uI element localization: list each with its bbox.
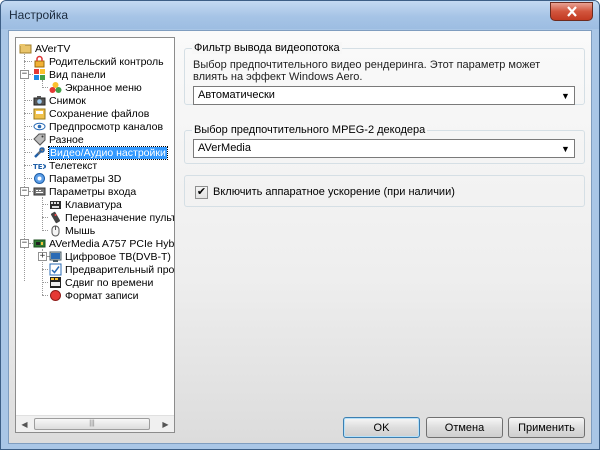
- video-filter-title: Фильтр вывода видеопотока: [192, 42, 342, 54]
- dialog-client-area: − − − + AVerTV Родительский контроль Вид…: [8, 30, 592, 444]
- window-title: Настройка: [9, 8, 69, 22]
- title-bar[interactable]: Настройка: [1, 1, 599, 29]
- tree-item-label: Видео/Аудио настройки: [48, 145, 168, 160]
- tools-icon: [34, 147, 45, 158]
- tree-item-label: AVerTV: [35, 42, 71, 55]
- hw-accel-group: ✔ Включить аппаратное ускорение (при нал…: [184, 175, 585, 207]
- tree-item-label: Вид панели: [49, 68, 106, 81]
- tree-item-osd-menu[interactable]: Экранное меню: [49, 81, 142, 94]
- tree-item-3d[interactable]: Параметры 3D: [33, 172, 121, 185]
- scroll-right-arrow-icon[interactable]: ▶: [157, 416, 174, 432]
- apply-button[interactable]: Применить: [508, 417, 585, 438]
- ok-button[interactable]: OK: [343, 417, 420, 438]
- chevron-down-icon[interactable]: ▼: [558, 88, 573, 103]
- close-button[interactable]: [550, 2, 593, 21]
- remote-icon: [50, 211, 61, 224]
- video-renderer-value: Автоматически: [198, 89, 275, 101]
- tree-item-label: Клавиатура: [65, 198, 122, 211]
- gear-3d-icon: [34, 173, 45, 184]
- preview-check-icon: [49, 263, 62, 276]
- tree-item-input-params[interactable]: Параметры входа: [33, 185, 136, 198]
- tv-card-icon: [33, 239, 46, 248]
- tree-item-label: Предпросмотр каналов: [49, 120, 164, 133]
- tree-item-record-format[interactable]: Формат записи: [49, 289, 139, 302]
- tree-item-remote-remap[interactable]: Переназначение пульт: [49, 211, 175, 224]
- tree-item-label: Переназначение пульт: [65, 211, 175, 224]
- tree-item-label: AVerMedia A757 PCIe Hybric: [49, 237, 175, 250]
- tree-item-label: Сохранение файлов: [49, 107, 150, 120]
- tree-item-panel-view[interactable]: Вид панели: [33, 68, 106, 81]
- eye-icon: [33, 122, 46, 131]
- tree-item-save-files[interactable]: Сохранение файлов: [33, 107, 149, 120]
- expander-collapse[interactable]: −: [20, 187, 29, 196]
- mouse-icon: [51, 225, 60, 237]
- video-filter-description: Выбор предпочтительного видео рендеринга…: [193, 59, 541, 83]
- tree-item-label: Сдвиг по времени: [65, 276, 154, 289]
- record-icon: [50, 290, 61, 301]
- scrollbar-thumb[interactable]: |||: [34, 418, 150, 430]
- tree-item-avertv[interactable]: AVerTV: [19, 42, 70, 55]
- tree-item-label: Параметры входа: [49, 185, 137, 198]
- mpeg-decoder-select[interactable]: AVerMedia ▼: [193, 139, 575, 158]
- parental-lock-icon: [34, 55, 45, 68]
- mpeg-decoder-value: AVerMedia: [198, 142, 251, 154]
- tree-item-label: Экранное меню: [65, 81, 142, 94]
- video-filter-group: Фильтр вывода видеопотока Выбор предпочт…: [184, 42, 585, 105]
- mpeg-decoder-group: Выбор предпочтительного MPEG-2 декодера …: [184, 124, 585, 164]
- settings-window: Настройка − − − + AVerTV Родительский ко…: [0, 0, 600, 450]
- scroll-left-arrow-icon[interactable]: ◀: [16, 416, 33, 432]
- tree-item-label: Разное: [49, 133, 84, 146]
- close-icon: [566, 6, 577, 17]
- keyboard-icon: [50, 201, 61, 209]
- timeshift-icon: [50, 277, 61, 288]
- tree-item-label: Предварительный прос: [65, 263, 175, 276]
- input-params-icon: [33, 187, 46, 196]
- tree-item-label: Родительский контроль: [49, 55, 164, 68]
- osd-menu-icon: [49, 82, 62, 93]
- tree-horizontal-scrollbar[interactable]: ◀ ||| ▶: [16, 415, 174, 432]
- tree-item-preview[interactable]: Предварительный прос: [49, 263, 175, 276]
- expander-collapse[interactable]: −: [20, 70, 29, 79]
- camera-icon: [33, 96, 46, 106]
- tree-item-label: Параметры 3D: [49, 172, 122, 185]
- panel-view-icon: [34, 69, 45, 80]
- tree-item-parental[interactable]: Родительский контроль: [33, 55, 164, 68]
- expander-collapse[interactable]: −: [20, 239, 29, 248]
- tree-item-video-audio[interactable]: Видео/Аудио настройки: [33, 145, 168, 160]
- teletext-icon: TEXT: [33, 163, 46, 171]
- cancel-button[interactable]: Отмена: [426, 417, 503, 438]
- svg-text:TEXT: TEXT: [33, 163, 46, 171]
- expander-expand[interactable]: +: [38, 252, 47, 261]
- tree-item-timeshift[interactable]: Сдвиг по времени: [49, 276, 153, 289]
- tag-icon: [33, 133, 46, 146]
- tree-item-label: Снимок: [49, 94, 86, 107]
- tree-item-label: Телетекст: [49, 159, 98, 172]
- tree-item-digital-tv[interactable]: Цифровое ТВ(DVB-T): [49, 250, 171, 263]
- tree-item-label: Цифровое ТВ(DVB-T): [65, 250, 171, 263]
- tree-item-misc[interactable]: Разное: [33, 133, 84, 146]
- tree-item-keyboard[interactable]: Клавиатура: [49, 198, 122, 211]
- save-files-icon: [33, 108, 46, 120]
- tree-item-avermedia-card[interactable]: AVerMedia A757 PCIe Hybric: [33, 237, 175, 250]
- tree-item-label: Мышь: [65, 224, 96, 237]
- mpeg-decoder-title: Выбор предпочтительного MPEG-2 декодера: [192, 124, 428, 136]
- hw-accel-checkbox[interactable]: ✔: [195, 186, 208, 199]
- tree-item-label: Формат записи: [65, 289, 139, 302]
- tree-item-snapshot[interactable]: Снимок: [33, 94, 86, 107]
- chevron-down-icon[interactable]: ▼: [558, 141, 573, 156]
- video-renderer-select[interactable]: Автоматически ▼: [193, 86, 575, 105]
- hw-accel-label[interactable]: Включить аппаратное ускорение (при налич…: [213, 186, 455, 198]
- tree-item-channel-preview[interactable]: Предпросмотр каналов: [33, 120, 163, 133]
- folder-icon: [19, 44, 32, 54]
- tree-item-teletext[interactable]: TEXT Телетекст: [33, 159, 97, 172]
- digital-tv-icon: [49, 251, 62, 262]
- settings-tree[interactable]: − − − + AVerTV Родительский контроль Вид…: [15, 37, 175, 433]
- tree-item-mouse[interactable]: Мышь: [49, 224, 95, 237]
